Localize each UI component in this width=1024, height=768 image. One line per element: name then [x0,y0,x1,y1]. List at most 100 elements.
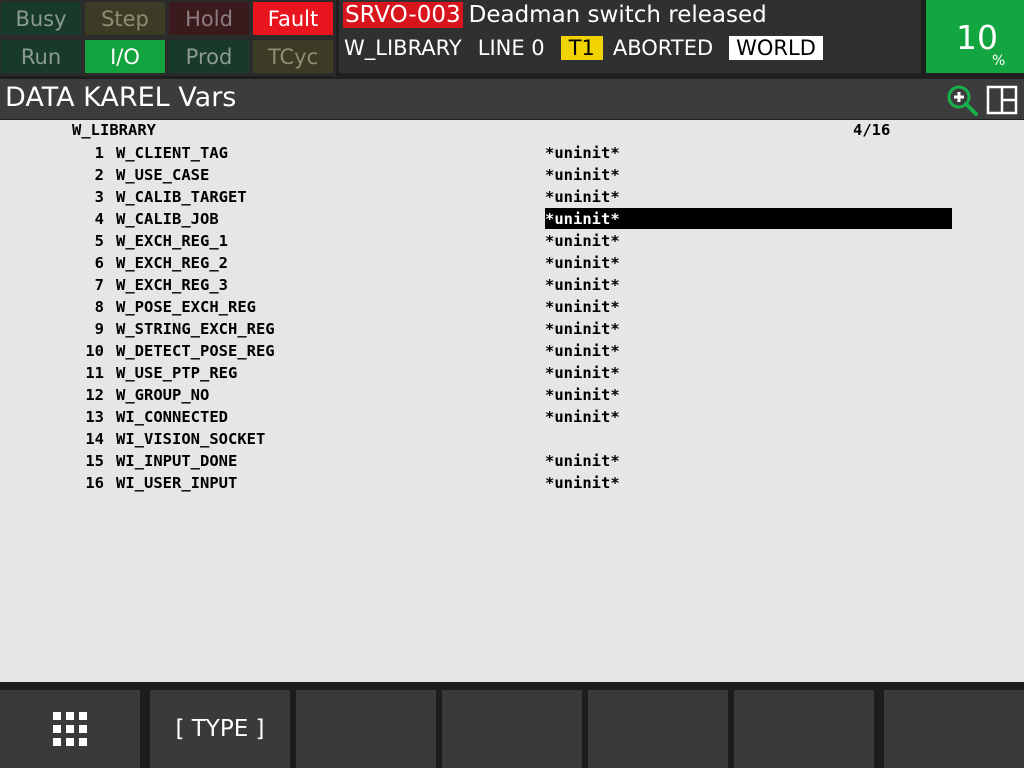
alarm-line: SRVO-003 Deadman switch released [343,1,767,29]
variable-index: 9 [94,320,104,338]
lamp-tcyc: TCyc [253,40,333,73]
alarm-message: Deadman switch released [468,2,767,28]
variable-index: 2 [94,166,104,184]
title-bar: DATA KAREL Vars [0,79,1024,119]
variable-value[interactable]: *uninit* [545,450,952,471]
status-panel[interactable]: SRVO-003 Deadman switch released W_LIBRA… [339,0,921,73]
speed-override[interactable]: 10 % [926,0,1024,73]
next-key[interactable] [884,690,1024,768]
lamp-step: Step [85,2,165,35]
variable-name: W_POSE_EXCH_REG [116,298,256,316]
status-lamp-panel: Busy Step Hold Fault Run I/O Prod TCyc [0,0,336,76]
variable-value[interactable]: *uninit* [545,142,952,163]
variable-row[interactable]: 5 W_EXCH_REG_1 *uninit* [0,230,1024,252]
variable-row[interactable]: 10 W_DETECT_POSE_REG *uninit* [0,340,1024,362]
variable-row[interactable]: 3 W_CALIB_TARGET *uninit* [0,186,1024,208]
variable-name: W_GROUP_NO [116,386,210,404]
variable-index: 12 [85,386,104,404]
program-name: W_LIBRARY [344,36,462,60]
variable-index: 16 [85,474,104,492]
lamp-hold: Hold [169,2,249,35]
variable-value[interactable]: *uninit* [545,296,952,317]
variable-value[interactable]: *uninit* [545,230,952,251]
lamp-busy: Busy [1,2,81,35]
variable-value[interactable]: *uninit* [545,340,952,361]
variable-row[interactable]: 8 W_POSE_EXCH_REG *uninit* [0,296,1024,318]
variable-name: W_CLIENT_TAG [116,144,228,162]
variable-value[interactable]: *uninit* [545,274,952,295]
variable-row[interactable]: 9 W_STRING_EXCH_REG *uninit* [0,318,1024,340]
variable-index: 5 [94,232,104,250]
f4-key[interactable] [588,690,728,768]
variable-name: W_CALIB_JOB [116,210,219,228]
variable-index: 10 [85,342,104,360]
variable-value[interactable]: *uninit* [545,472,952,493]
alarm-code: SRVO-003 [343,2,463,28]
lamp-fault: Fault [253,2,333,35]
page-title: DATA KAREL Vars [5,82,237,113]
variable-row[interactable]: 16 WI_USER_INPUT *uninit* [0,472,1024,494]
f5-key[interactable] [734,690,874,768]
variable-value[interactable]: *uninit* [545,252,952,273]
program-status-line: W_LIBRARY LINE 0 T1 ABORTED WORLD [344,34,839,62]
variable-value[interactable]: *uninit* [545,384,952,405]
variable-row[interactable]: 15 WI_INPUT_DONE *uninit* [0,450,1024,472]
variable-name: W_USE_CASE [116,166,210,184]
variable-index: 6 [94,254,104,272]
variable-value[interactable]: *uninit* [545,318,952,339]
variable-value[interactable]: *uninit* [545,362,952,383]
variable-row[interactable]: 4 W_CALIB_JOB *uninit* [0,208,1024,230]
split-screen-icon[interactable] [986,85,1018,115]
variable-index: 13 [85,408,104,426]
variable-index: 7 [94,276,104,294]
variable-index: 15 [85,452,104,470]
lamp-prod: Prod [169,40,249,73]
variable-index: 3 [94,188,104,206]
variable-row[interactable]: 1 W_CLIENT_TAG *uninit* [0,142,1024,164]
coordinate-frame-badge: WORLD [729,36,823,60]
variable-row[interactable]: 12 W_GROUP_NO *uninit* [0,384,1024,406]
variable-name: W_EXCH_REG_1 [116,232,228,250]
variable-value[interactable]: *uninit* [545,164,952,185]
f3-key[interactable] [442,690,582,768]
variable-name: W_EXCH_REG_3 [116,276,228,294]
listing-program-name: W_LIBRARY [72,121,156,139]
lamp-run: Run [1,40,81,73]
variable-index: 1 [94,144,104,162]
f2-key[interactable] [296,690,436,768]
variable-name: W_DETECT_POSE_REG [116,342,275,360]
variable-row[interactable]: 7 W_EXCH_REG_3 *uninit* [0,274,1024,296]
variable-value[interactable] [545,428,952,449]
cursor-position: 4/16 [853,121,891,139]
variable-index: 4 [94,210,104,228]
variable-name: W_CALIB_TARGET [116,188,247,206]
variable-value[interactable]: *uninit* [545,186,952,207]
zoom-in-icon[interactable] [945,84,979,116]
f1-type-key[interactable]: [ TYPE ] [150,690,290,768]
variable-name: WI_VISION_SOCKET [116,430,266,448]
variable-value[interactable]: *uninit* [545,208,952,229]
variable-row[interactable]: 13 WI_CONNECTED *uninit* [0,406,1024,428]
line-number: LINE 0 [477,36,545,60]
variable-value[interactable]: *uninit* [545,406,952,427]
variable-name: W_EXCH_REG_2 [116,254,228,272]
variable-index: 8 [94,298,104,316]
karel-vars-listing[interactable]: W_LIBRARY 4/16 1 W_CLIENT_TAG *uninit* 2 W_U… [0,120,1024,682]
variable-name: WI_INPUT_DONE [116,452,238,470]
grid-menu-icon [53,712,87,746]
variable-name: W_STRING_EXCH_REG [116,320,275,338]
function-key-bar: [ TYPE ] [0,684,1024,768]
variable-name: WI_CONNECTED [116,408,228,426]
variable-index: 11 [85,364,104,382]
override-value: 10 [956,18,998,57]
variable-name: WI_USER_INPUT [116,474,238,492]
variable-row[interactable]: 2 W_USE_CASE *uninit* [0,164,1024,186]
mode-badge: T1 [560,36,603,60]
variable-row[interactable]: 6 W_EXCH_REG_2 *uninit* [0,252,1024,274]
menu-key[interactable] [0,690,140,768]
execution-state: ABORTED [612,36,714,60]
variable-row[interactable]: 14 WI_VISION_SOCKET [0,428,1024,450]
variable-row[interactable]: 11 W_USE_PTP_REG *uninit* [0,362,1024,384]
lamp-io: I/O [85,40,165,73]
variable-index: 14 [85,430,104,448]
